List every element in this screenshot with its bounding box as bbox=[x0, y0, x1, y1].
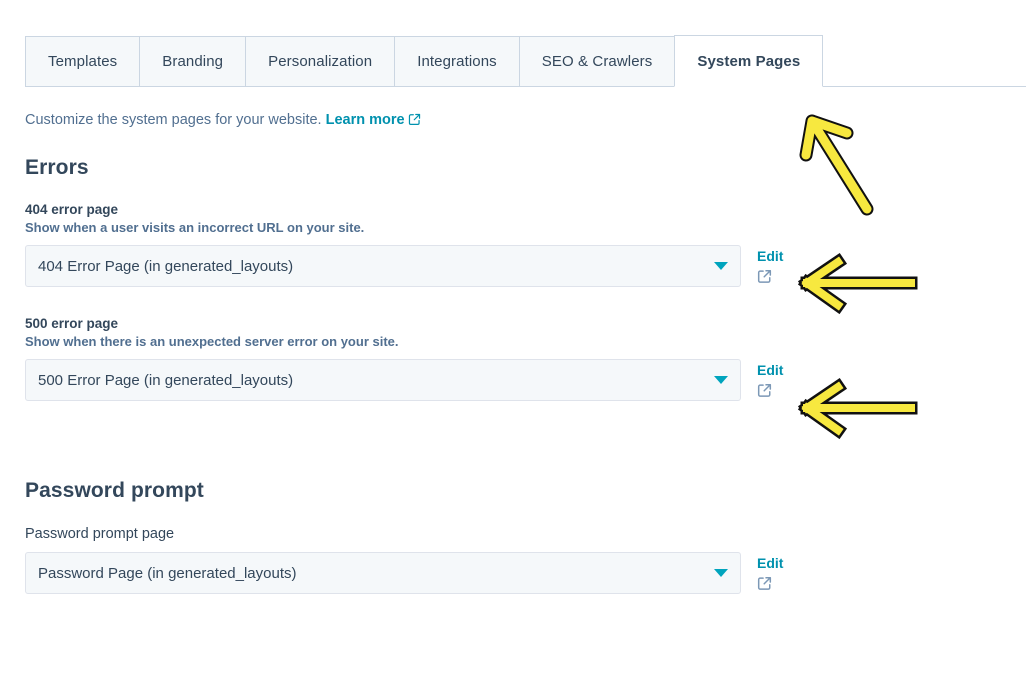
select-value: 500 Error Page (in generated_layouts) bbox=[38, 371, 294, 389]
edit-link-password[interactable]: Edit bbox=[757, 554, 783, 572]
field-404-error-page: 404 error page Show when a user visits a… bbox=[25, 202, 985, 289]
select-value: Password Page (in generated_layouts) bbox=[38, 564, 297, 582]
section-title-password-prompt: Password prompt bbox=[25, 479, 204, 502]
edit-link-404[interactable]: Edit bbox=[757, 247, 783, 265]
panel-description-text: Customize the system pages for your webs… bbox=[25, 112, 322, 128]
tab-label: Integrations bbox=[417, 53, 497, 70]
select-404-error-page[interactable]: 404 Error Page (in generated_layouts) bbox=[25, 245, 741, 287]
tab-integrations[interactable]: Integrations bbox=[394, 36, 519, 87]
edit-actions: Edit bbox=[757, 359, 783, 403]
external-link-icon[interactable] bbox=[757, 576, 772, 596]
edit-actions: Edit bbox=[757, 552, 783, 596]
learn-more-link[interactable]: Learn more bbox=[326, 112, 421, 128]
field-label: 500 error page bbox=[25, 316, 119, 331]
tabstrip-left-spacer bbox=[0, 35, 25, 87]
system-pages-panel: Customize the system pages for your webs… bbox=[25, 110, 985, 596]
field-label: Password prompt page bbox=[25, 526, 175, 542]
learn-more-label: Learn more bbox=[325, 112, 405, 128]
panel-description: Customize the system pages for your webs… bbox=[25, 110, 985, 132]
select-500-error-page[interactable]: 500 Error Page (in generated_layouts) bbox=[25, 359, 741, 401]
field-500-error-page: 500 error page Show when there is an une… bbox=[25, 316, 985, 403]
external-link-icon[interactable] bbox=[757, 269, 772, 289]
tab-system-pages[interactable]: System Pages bbox=[674, 35, 824, 87]
tab-label: SEO & Crawlers bbox=[541, 53, 653, 70]
tab-personalization[interactable]: Personalization bbox=[245, 36, 395, 87]
field-row: 500 Error Page (in generated_layouts) Ed… bbox=[25, 359, 985, 403]
field-row: 404 Error Page (in generated_layouts) Ed… bbox=[25, 245, 985, 289]
tab-label: System Pages bbox=[697, 52, 801, 70]
tabstrip-underline bbox=[25, 86, 723, 87]
field-help-text: Show when a user visits an incorrect URL… bbox=[25, 220, 365, 235]
tab-templates[interactable]: Templates bbox=[25, 36, 140, 87]
tab-label: Templates bbox=[48, 53, 118, 70]
settings-tab-bar: Templates Branding Personalization Integ… bbox=[0, 35, 1026, 87]
tab-seo-and-crawlers[interactable]: SEO & Crawlers bbox=[518, 36, 675, 87]
select-password-prompt-page[interactable]: Password Page (in generated_layouts) bbox=[25, 552, 741, 594]
section-title-errors: Errors bbox=[25, 156, 89, 179]
chevron-down-icon bbox=[714, 262, 728, 270]
external-link-icon bbox=[408, 112, 421, 132]
chevron-down-icon bbox=[714, 376, 728, 384]
edit-actions: Edit bbox=[757, 245, 783, 289]
tabstrip-right-rule bbox=[823, 36, 1026, 87]
field-password-prompt-page: Password prompt page Password Page (in g… bbox=[25, 526, 985, 596]
edit-link-500[interactable]: Edit bbox=[757, 361, 783, 379]
field-row: Password Page (in generated_layouts) Edi… bbox=[25, 552, 985, 596]
select-value: 404 Error Page (in generated_layouts) bbox=[38, 257, 294, 275]
tab-label: Branding bbox=[162, 53, 224, 70]
tab-label: Personalization bbox=[268, 53, 373, 70]
external-link-icon[interactable] bbox=[757, 383, 772, 403]
chevron-down-icon bbox=[714, 569, 728, 577]
tab-branding[interactable]: Branding bbox=[139, 36, 246, 87]
field-help-text: Show when there is an unexpected server … bbox=[25, 334, 399, 349]
field-label: 404 error page bbox=[25, 202, 119, 217]
